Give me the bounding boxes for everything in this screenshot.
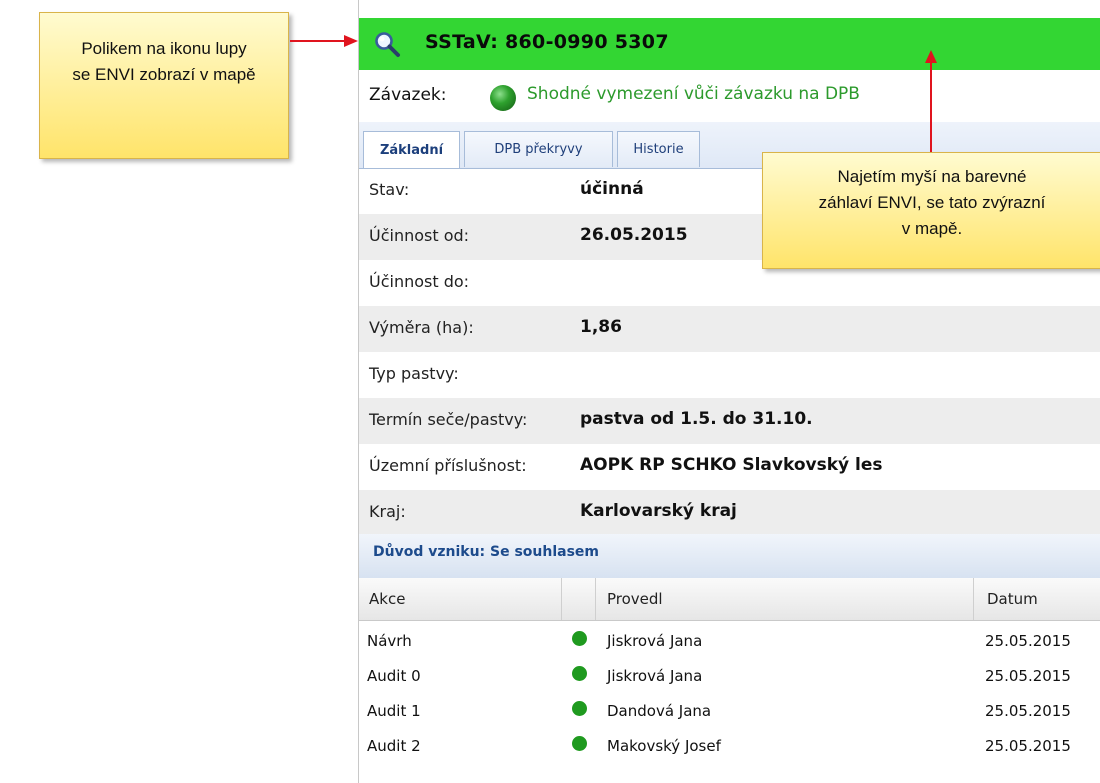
callout-line: Najetím myší na barevné [837, 167, 1027, 186]
cell-datum: 25.05.2015 [985, 702, 1071, 720]
detail-row-vymera: Výměra (ha): 1,86 [359, 306, 1100, 352]
table-row[interactable]: Audit 0 Jiskrová Jana 25.05.2015 [359, 659, 1100, 694]
detail-row-termin: Termín seče/pastvy: pastva od 1.5. do 31… [359, 398, 1100, 444]
detail-label: Typ pastvy: [369, 364, 459, 383]
detail-label: Účinnost od: [369, 226, 470, 245]
table-row[interactable]: Návrh Jiskrová Jana 25.05.2015 [359, 624, 1100, 659]
history-table-header: Akce Provedl Datum [359, 578, 1100, 621]
detail-value: Karlovarský kraj [580, 501, 737, 521]
column-provedl[interactable]: Provedl [607, 590, 663, 608]
arrow-to-magnifier [290, 35, 358, 47]
tab-zakladni[interactable]: Základní [363, 131, 460, 168]
detail-label: Kraj: [369, 502, 406, 521]
cell-provedl: Dandová Jana [607, 702, 712, 720]
callout-line: se ENVI zobrazí v mapě [72, 65, 256, 84]
column-akce[interactable]: Akce [369, 590, 405, 608]
cell-akce: Audit 1 [367, 702, 421, 720]
detail-row-uzemni: Územní příslušnost: AOPK RP SCHKO Slavko… [359, 444, 1100, 490]
detail-label: Stav: [369, 180, 410, 199]
cell-datum: 25.05.2015 [985, 632, 1071, 650]
callout-magnifier-note: Polikem na ikonu lupy se ENVI zobrazí v … [39, 12, 289, 159]
envi-title: SSTaV: 860-0990 5307 [425, 31, 669, 53]
envi-detail-panel: SSTaV: 860-0990 5307 Závazek: Shodné vym… [358, 0, 1100, 783]
green-status-icon [490, 85, 516, 111]
detail-row-typ-pastvy: Typ pastvy: [359, 352, 1100, 398]
column-datum[interactable]: Datum [987, 590, 1038, 608]
cell-datum: 25.05.2015 [985, 667, 1071, 685]
detail-label: Územní příslušnost: [369, 456, 527, 475]
column-divider [561, 578, 562, 620]
callout-header-note: Najetím myší na barevné záhlaví ENVI, se… [762, 152, 1100, 269]
status-dot-icon [572, 701, 587, 716]
detail-value: AOPK RP SCHKO Slavkovský les [580, 455, 883, 475]
column-divider [973, 578, 974, 620]
status-dot-icon [572, 666, 587, 681]
detail-value: 26.05.2015 [580, 225, 688, 245]
reason-header: Důvod vzniku: Se souhlasem [359, 534, 1100, 579]
detail-label: Termín seče/pastvy: [369, 410, 528, 429]
cell-datum: 25.05.2015 [985, 737, 1071, 755]
detail-row-kraj: Kraj: Karlovarský kraj [359, 490, 1100, 534]
callout-line: Polikem na ikonu lupy [81, 39, 247, 58]
commitment-label: Závazek: [369, 85, 447, 105]
tab-historie[interactable]: Historie [617, 131, 700, 167]
detail-value: 1,86 [580, 317, 622, 337]
cell-provedl: Jiskrová Jana [607, 667, 703, 685]
cell-akce: Audit 0 [367, 667, 421, 685]
cell-provedl: Makovský Josef [607, 737, 721, 755]
table-row[interactable]: Audit 1 Dandová Jana 25.05.2015 [359, 694, 1100, 729]
detail-label: Výměra (ha): [369, 318, 474, 337]
detail-label: Účinnost do: [369, 272, 470, 291]
table-row[interactable]: Audit 2 Makovský Josef 25.05.2015 [359, 729, 1100, 764]
callout-line: záhlaví ENVI, se tato zvýrazní [818, 193, 1046, 212]
detail-value: účinná [580, 179, 644, 199]
callout-line: v mapě. [901, 219, 963, 238]
status-dot-icon [572, 736, 587, 751]
tab-dpb-prekryvy[interactable]: DPB překryvy [464, 131, 613, 167]
commitment-status: Shodné vymezení vůči závazku na DPB [527, 84, 860, 104]
envi-header[interactable]: SSTaV: 860-0990 5307 [359, 18, 1100, 70]
detail-value: pastva od 1.5. do 31.10. [580, 409, 813, 429]
cell-akce: Návrh [367, 632, 412, 650]
reason-text: Důvod vzniku: Se souhlasem [373, 544, 600, 560]
cell-provedl: Jiskrová Jana [607, 632, 703, 650]
magnifier-icon[interactable] [373, 30, 401, 58]
status-dot-icon [572, 631, 587, 646]
column-divider [595, 578, 596, 620]
commitment-row: Závazek: Shodné vymezení vůči závazku na… [359, 70, 1100, 123]
cell-akce: Audit 2 [367, 737, 421, 755]
